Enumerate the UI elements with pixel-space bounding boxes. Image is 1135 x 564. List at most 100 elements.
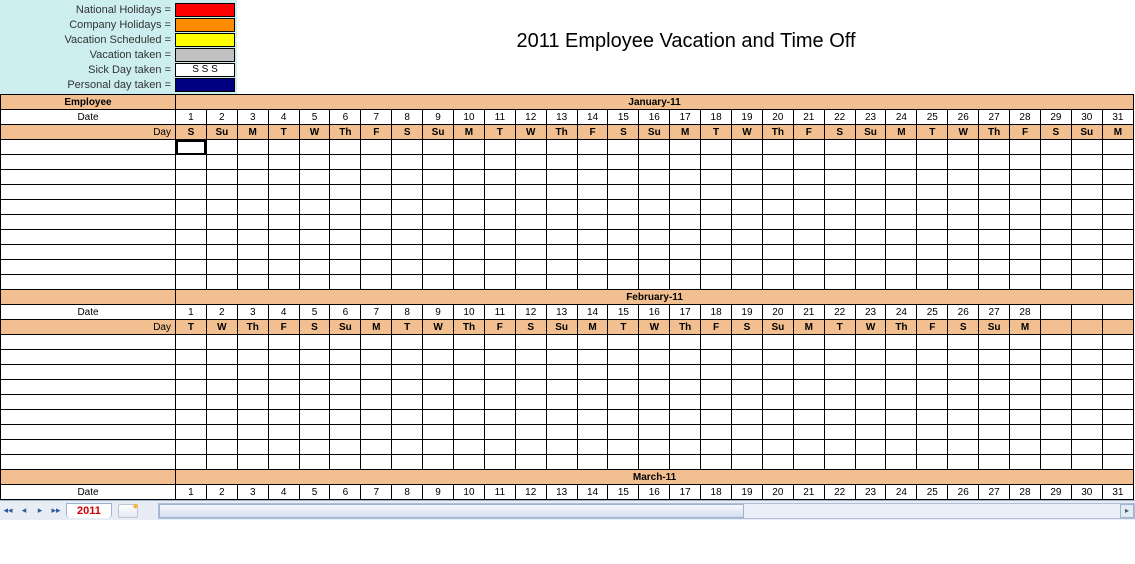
- calendar-cell[interactable]: [1010, 140, 1041, 155]
- calendar-cell[interactable]: [206, 350, 237, 365]
- calendar-cell[interactable]: [917, 350, 948, 365]
- new-sheet-button[interactable]: [118, 504, 138, 518]
- calendar-cell[interactable]: [484, 395, 515, 410]
- calendar-cell[interactable]: [454, 275, 485, 290]
- calendar-cell[interactable]: [824, 260, 855, 275]
- calendar-cell[interactable]: [423, 335, 454, 350]
- calendar-cell[interactable]: [948, 275, 979, 290]
- calendar-cell[interactable]: [762, 365, 793, 380]
- calendar-cell[interactable]: [1040, 215, 1071, 230]
- calendar-cell[interactable]: [176, 200, 207, 215]
- calendar-cell[interactable]: [948, 350, 979, 365]
- calendar-cell[interactable]: [484, 185, 515, 200]
- calendar-cell[interactable]: [330, 245, 361, 260]
- calendar-cell[interactable]: [1071, 230, 1102, 245]
- calendar-cell[interactable]: [979, 260, 1010, 275]
- calendar-cell[interactable]: [577, 275, 608, 290]
- calendar-cell[interactable]: [546, 365, 577, 380]
- calendar-cell[interactable]: [423, 365, 454, 380]
- calendar-cell[interactable]: [1010, 275, 1041, 290]
- calendar-cell[interactable]: [1071, 410, 1102, 425]
- calendar-cell[interactable]: [423, 440, 454, 455]
- calendar-cell[interactable]: [423, 455, 454, 470]
- calendar-cell[interactable]: [1040, 155, 1071, 170]
- calendar-cell[interactable]: [423, 350, 454, 365]
- calendar-cell[interactable]: [762, 155, 793, 170]
- calendar-cell[interactable]: [762, 215, 793, 230]
- calendar-cell[interactable]: [330, 140, 361, 155]
- calendar-cell[interactable]: [824, 215, 855, 230]
- calendar-cell[interactable]: [330, 170, 361, 185]
- calendar-cell[interactable]: [392, 455, 423, 470]
- calendar-cell[interactable]: [948, 140, 979, 155]
- calendar-cell[interactable]: [855, 200, 886, 215]
- calendar-cell[interactable]: [1010, 215, 1041, 230]
- calendar-cell[interactable]: [392, 440, 423, 455]
- employee-cell[interactable]: [1, 200, 176, 215]
- calendar-cell[interactable]: [886, 200, 917, 215]
- calendar-cell[interactable]: [1010, 410, 1041, 425]
- calendar-cell[interactable]: [1071, 380, 1102, 395]
- calendar-cell[interactable]: [237, 245, 268, 260]
- calendar-cell[interactable]: [979, 230, 1010, 245]
- calendar-cell[interactable]: [423, 170, 454, 185]
- calendar-cell[interactable]: [1102, 425, 1133, 440]
- calendar-cell[interactable]: [824, 365, 855, 380]
- calendar-cell[interactable]: [670, 140, 701, 155]
- horizontal-scrollbar[interactable]: ◂ ▸: [158, 503, 1135, 519]
- calendar-cell[interactable]: [423, 200, 454, 215]
- calendar-cell[interactable]: [608, 335, 639, 350]
- calendar-cell[interactable]: [979, 185, 1010, 200]
- calendar-cell[interactable]: [886, 365, 917, 380]
- calendar-cell[interactable]: [330, 380, 361, 395]
- calendar-cell[interactable]: [484, 425, 515, 440]
- calendar-cell[interactable]: [515, 275, 546, 290]
- calendar-cell[interactable]: [824, 455, 855, 470]
- calendar-cell[interactable]: [855, 245, 886, 260]
- calendar-cell[interactable]: [824, 440, 855, 455]
- calendar-cell[interactable]: [1102, 200, 1133, 215]
- calendar-cell[interactable]: [577, 260, 608, 275]
- calendar-cell[interactable]: [1102, 245, 1133, 260]
- calendar-cell[interactable]: [515, 185, 546, 200]
- calendar-cell[interactable]: [732, 350, 763, 365]
- calendar-cell[interactable]: [515, 155, 546, 170]
- calendar-cell[interactable]: [1102, 155, 1133, 170]
- calendar-cell[interactable]: [1040, 245, 1071, 260]
- calendar-cell[interactable]: [392, 365, 423, 380]
- calendar-cell[interactable]: [670, 245, 701, 260]
- calendar-cell[interactable]: [577, 155, 608, 170]
- calendar-cell[interactable]: [732, 365, 763, 380]
- employee-cell[interactable]: [1, 155, 176, 170]
- calendar-cell[interactable]: [299, 425, 330, 440]
- calendar-cell[interactable]: [917, 425, 948, 440]
- calendar-cell[interactable]: [423, 230, 454, 245]
- calendar-cell[interactable]: [330, 275, 361, 290]
- employee-cell[interactable]: [1, 215, 176, 230]
- calendar-cell[interactable]: [886, 380, 917, 395]
- calendar-cell[interactable]: [1040, 335, 1071, 350]
- calendar-cell[interactable]: [299, 335, 330, 350]
- calendar-cell[interactable]: [639, 335, 670, 350]
- calendar-cell[interactable]: [392, 260, 423, 275]
- calendar-cell[interactable]: [1040, 230, 1071, 245]
- calendar-cell[interactable]: [268, 260, 299, 275]
- calendar-cell[interactable]: [423, 395, 454, 410]
- calendar-cell[interactable]: [701, 455, 732, 470]
- calendar-cell[interactable]: [762, 140, 793, 155]
- calendar-cell[interactable]: [484, 170, 515, 185]
- calendar-cell[interactable]: [608, 155, 639, 170]
- employee-cell[interactable]: [1, 350, 176, 365]
- calendar-cell[interactable]: [855, 365, 886, 380]
- calendar-cell[interactable]: [701, 410, 732, 425]
- calendar-cell[interactable]: [546, 245, 577, 260]
- calendar-cell[interactable]: [855, 260, 886, 275]
- calendar-cell[interactable]: [670, 170, 701, 185]
- calendar-cell[interactable]: [793, 230, 824, 245]
- calendar-cell[interactable]: [979, 455, 1010, 470]
- calendar-cell[interactable]: [361, 440, 392, 455]
- calendar-cell[interactable]: [732, 215, 763, 230]
- calendar-cell[interactable]: [732, 425, 763, 440]
- calendar-cell[interactable]: [917, 395, 948, 410]
- calendar-cell[interactable]: [886, 230, 917, 245]
